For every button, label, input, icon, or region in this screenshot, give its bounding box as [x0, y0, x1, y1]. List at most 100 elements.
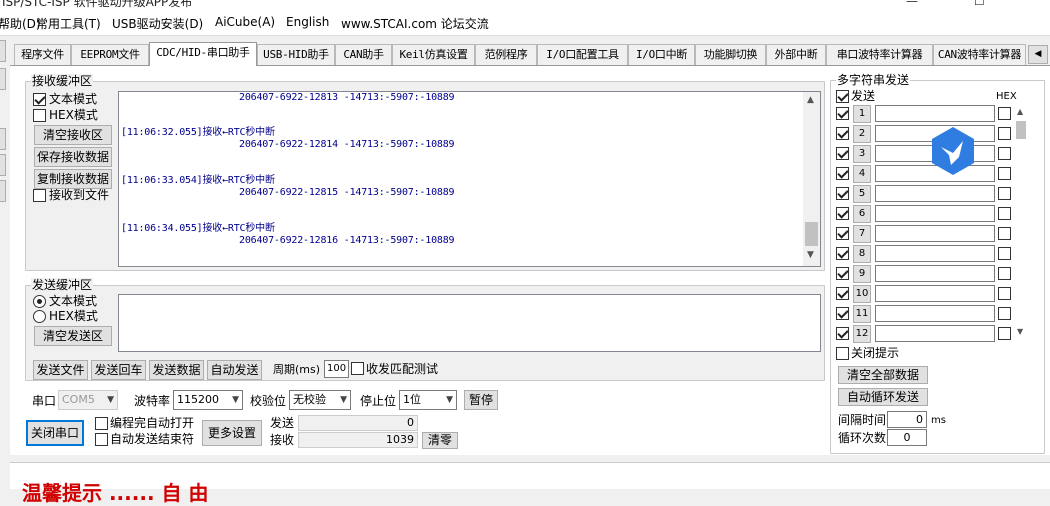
receive-hex-mode-checkbox[interactable]	[33, 109, 46, 122]
tab-pin-switch[interactable]: 功能脚切换	[695, 44, 766, 65]
multi-row-hex-checkbox[interactable]	[998, 207, 1011, 220]
multi-row-send-checkbox[interactable]	[836, 187, 849, 200]
tab-io-interrupt[interactable]: I/O口中断	[628, 44, 695, 65]
multi-row-send-button[interactable]: 4	[853, 165, 871, 183]
more-settings-button[interactable]: 更多设置	[202, 420, 262, 446]
multi-row-hex-checkbox[interactable]	[998, 187, 1011, 200]
multi-row-send-button[interactable]: 10	[853, 285, 871, 303]
send-data-button[interactable]: 发送数据	[149, 360, 204, 380]
multi-row-hex-checkbox[interactable]	[998, 127, 1011, 140]
close-tip-checkbox[interactable]	[836, 347, 849, 360]
match-test-checkbox[interactable]	[351, 362, 364, 375]
send-file-button[interactable]: 发送文件	[33, 360, 88, 380]
multi-row-hex-checkbox[interactable]	[998, 327, 1011, 340]
auto-loop-button[interactable]: 自动循环发送	[838, 388, 928, 406]
send-enter-button[interactable]: 发送回车	[91, 360, 146, 380]
menu-usb-driver[interactable]: USB驱动安装(D)	[112, 15, 203, 32]
multi-row-input[interactable]	[875, 225, 995, 242]
multi-row-input[interactable]	[875, 285, 995, 302]
toolstrip-button[interactable]	[0, 128, 6, 150]
menu-english[interactable]: English	[286, 15, 329, 29]
multi-row-send-button[interactable]: 8	[853, 245, 871, 263]
tab-program-file[interactable]: 程序文件	[14, 44, 71, 65]
tab-can[interactable]: CAN助手	[335, 44, 392, 65]
multi-row-hex-checkbox[interactable]	[998, 267, 1011, 280]
toolstrip-button[interactable]	[0, 180, 6, 202]
toolstrip-button[interactable]	[0, 40, 6, 62]
loop-count-input[interactable]: 0	[887, 429, 927, 446]
close-port-button[interactable]: 关闭串口	[26, 420, 84, 446]
multi-row-send-checkbox[interactable]	[836, 147, 849, 160]
tab-can-baud[interactable]: CAN波特率计算器	[933, 44, 1026, 65]
scroll-thumb[interactable]	[1016, 121, 1026, 139]
auto-open-checkbox[interactable]	[95, 417, 108, 430]
multi-row-send-checkbox[interactable]	[836, 207, 849, 220]
multi-row-send-button[interactable]: 12	[853, 325, 871, 343]
tab-serial-assistant[interactable]: CDC/HID-串口助手	[149, 42, 257, 66]
receive-scrollbar[interactable]: ▲ ▼	[803, 92, 820, 266]
multi-send-all-checkbox[interactable]	[836, 90, 849, 103]
multi-row-hex-checkbox[interactable]	[998, 107, 1011, 120]
auto-end-checkbox[interactable]	[95, 433, 108, 446]
multi-row-send-checkbox[interactable]	[836, 287, 849, 300]
multi-row-input[interactable]	[875, 305, 995, 322]
multi-row-send-button[interactable]: 9	[853, 265, 871, 283]
receive-text-area[interactable]: 206407-6922-12813 -14713:-5907:-10889 [1…	[118, 91, 821, 267]
period-input[interactable]: 100	[324, 360, 349, 378]
scroll-down-icon[interactable]: ▼	[1017, 327, 1023, 336]
toolstrip-button[interactable]	[0, 68, 6, 90]
clear-receive-button[interactable]: 清空接收区	[34, 125, 112, 145]
maximize-icon[interactable]: ☐	[974, 0, 985, 8]
tab-io-config[interactable]: I/O口配置工具	[537, 44, 628, 65]
minimize-icon[interactable]: —	[906, 0, 918, 8]
multi-row-send-button[interactable]: 5	[853, 185, 871, 203]
tab-keil[interactable]: Keil仿真设置	[392, 44, 475, 65]
multi-row-hex-checkbox[interactable]	[998, 147, 1011, 160]
multi-row-hex-checkbox[interactable]	[998, 227, 1011, 240]
baud-select[interactable]: 115200 ▼	[173, 390, 243, 410]
multi-row-input[interactable]	[875, 325, 995, 342]
tab-uart-baud[interactable]: 串口波特率计算器	[826, 44, 933, 65]
parity-select[interactable]: 无校验 ▼	[289, 390, 351, 410]
toolstrip-button[interactable]	[0, 154, 6, 176]
scroll-thumb[interactable]	[805, 222, 818, 246]
send-hex-mode-radio[interactable]	[33, 310, 46, 323]
multi-row-input[interactable]	[875, 265, 995, 282]
tab-external-interrupt[interactable]: 外部中断	[766, 44, 826, 65]
clear-all-button[interactable]: 清空全部数据	[838, 366, 928, 384]
send-text-area[interactable]	[118, 294, 821, 352]
multi-row-send-checkbox[interactable]	[836, 307, 849, 320]
tab-usb-hid[interactable]: USB-HID助手	[257, 44, 335, 65]
menu-tools[interactable]: 常用工具(T)	[36, 15, 101, 32]
multi-row-send-checkbox[interactable]	[836, 167, 849, 180]
scroll-up-icon[interactable]: ▲	[1017, 107, 1023, 116]
tab-eeprom-file[interactable]: EEPROM文件	[71, 44, 149, 65]
interval-input[interactable]: 0	[887, 411, 927, 428]
multi-row-hex-checkbox[interactable]	[998, 307, 1011, 320]
send-text-mode-radio[interactable]	[33, 295, 46, 308]
multi-row-input[interactable]	[875, 185, 995, 202]
clear-count-button[interactable]: 清零	[422, 432, 458, 449]
multi-row-send-checkbox[interactable]	[836, 327, 849, 340]
multi-row-input[interactable]	[875, 245, 995, 262]
multi-row-send-checkbox[interactable]	[836, 127, 849, 140]
save-receive-button[interactable]: 保存接收数据	[34, 147, 112, 167]
scroll-down-icon[interactable]: ▼	[807, 250, 814, 260]
clear-send-button[interactable]: 清空发送区	[34, 326, 112, 346]
multi-row-send-button[interactable]: 3	[853, 145, 871, 163]
receive-text-mode-checkbox[interactable]	[33, 93, 46, 106]
multi-row-send-checkbox[interactable]	[836, 247, 849, 260]
receive-to-file-checkbox[interactable]	[33, 189, 46, 202]
menu-help[interactable]: 帮助(D)	[0, 15, 41, 32]
multi-row-input[interactable]	[875, 105, 995, 122]
copy-receive-button[interactable]: 复制接收数据	[34, 169, 112, 189]
multi-row-hex-checkbox[interactable]	[998, 167, 1011, 180]
multi-row-send-button[interactable]: 11	[853, 305, 871, 323]
multi-row-input[interactable]	[875, 205, 995, 222]
multi-scrollbar[interactable]: ▲ ▼	[1014, 105, 1028, 337]
multi-row-hex-checkbox[interactable]	[998, 287, 1011, 300]
stop-bits-select[interactable]: 1位 ▼	[399, 390, 457, 410]
multi-row-send-checkbox[interactable]	[836, 107, 849, 120]
menu-forum-link[interactable]: www.STCAI.com 论坛交流	[341, 15, 489, 32]
multi-row-send-button[interactable]: 7	[853, 225, 871, 243]
